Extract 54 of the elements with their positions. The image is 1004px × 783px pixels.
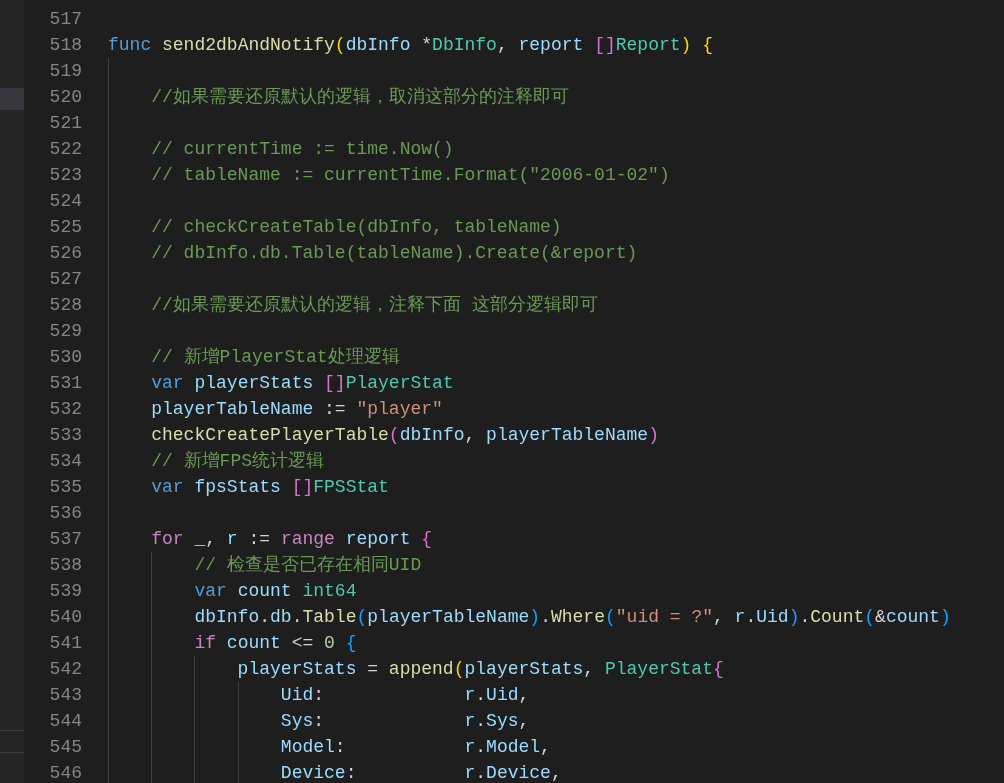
line-number: 517 (48, 8, 83, 31)
line-number: 546 (48, 762, 83, 783)
code-line: // 检查是否已存在相同UID (193, 555, 422, 575)
line-number: 530 (48, 346, 83, 369)
line-number: 520 (48, 86, 83, 109)
line-number: 519 (48, 60, 83, 83)
line-number: 542 (48, 658, 83, 681)
code-line: // tableName := currentTime.Format("2006-01-02") (150, 165, 670, 185)
code-line: // checkCreateTable(dbInfo, tableName) (150, 217, 562, 237)
line-number: 545 (48, 736, 83, 759)
code-line: playerStats = append(playerStats, PlayerStat{ (236, 659, 724, 679)
line-number: 532 (48, 398, 83, 421)
code-line: checkCreatePlayerTable(dbInfo, playerTableName) (150, 425, 659, 445)
code-line: Device: r.Device, (279, 763, 562, 783)
line-number: 538 (48, 554, 83, 577)
code-line: Model: r.Model, (279, 737, 551, 757)
code-line: // 新增PlayerStat处理逻辑 (150, 347, 400, 367)
line-number: 536 (48, 502, 83, 525)
line-number: 521 (48, 112, 83, 135)
line-number: 543 (48, 684, 83, 707)
code-line: dbInfo.db.Table(playerTableName).Where("uid = ?", r.Uid).Count(&count) (193, 607, 951, 627)
line-number: 544 (48, 710, 83, 733)
line-number: 528 (48, 294, 83, 317)
line-number: 539 (48, 580, 83, 603)
line-number: 531 (48, 372, 83, 395)
line-number: 527 (48, 268, 83, 291)
line-number: 518 (48, 34, 83, 57)
code-line: for _, r := range report { (150, 529, 433, 549)
line-number: 523 (48, 164, 83, 187)
line-number: 529 (48, 320, 83, 343)
line-number: 540 (48, 606, 83, 629)
code-line: if count <= 0 { (193, 633, 357, 653)
code-line: Uid: r.Uid, (279, 685, 530, 705)
code-line: var playerStats []PlayerStat (150, 373, 454, 393)
line-number: 534 (48, 450, 83, 473)
line-number: 526 (48, 242, 83, 265)
line-number: 537 (48, 528, 83, 551)
code-line: var fpsStats []FPSStat (150, 477, 389, 497)
line-number: 525 (48, 216, 83, 239)
line-number: 533 (48, 424, 83, 447)
code-line: // currentTime := time.Now() (150, 139, 454, 159)
line-number: 541 (48, 632, 83, 655)
code-line: //如果需要还原默认的逻辑，注释下面 这部分逻辑即可 (150, 295, 598, 315)
line-number: 522 (48, 138, 83, 161)
code-line: func send2dbAndNotify(dbInfo *DbInfo, report []Report) { (108, 35, 713, 55)
line-number: 535 (48, 476, 83, 499)
code-line: //如果需要还原默认的逻辑，取消这部分的注释即可 (150, 87, 569, 107)
code-line: var count int64 (193, 581, 357, 601)
line-number: 524 (48, 190, 83, 213)
code-line: Sys: r.Sys, (279, 711, 530, 731)
sidebar-highlight (0, 88, 24, 110)
code-line: // 新增FPS统计逻辑 (150, 451, 325, 471)
code-line: playerTableName := "player" (150, 399, 443, 419)
code-line: // dbInfo.db.Table(tableName).Create(&report) (150, 243, 638, 263)
